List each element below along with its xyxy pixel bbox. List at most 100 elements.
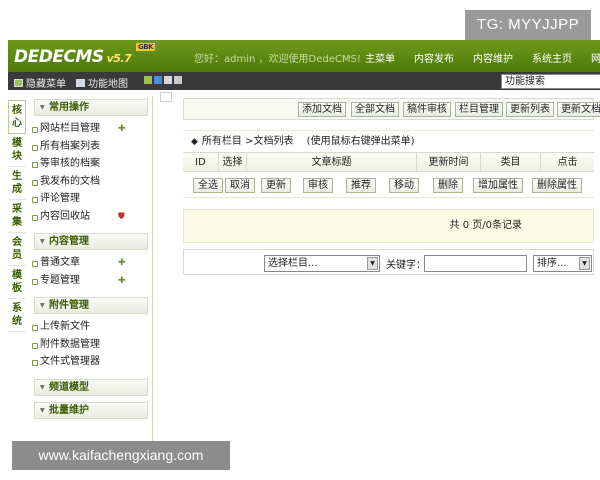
section-channel-model[interactable]: 频道模型: [34, 378, 148, 396]
chevron-down-icon[interactable]: ▼: [579, 257, 590, 270]
menu-my-docs[interactable]: 我发布的文档: [30, 173, 152, 191]
list-title: 所有栏目 >文档列表: [201, 136, 294, 147]
menu-articles[interactable]: 普通文章 ✚: [30, 254, 152, 272]
skin-color-gray[interactable]: [164, 76, 172, 84]
col-updated: 更新时间: [417, 153, 481, 171]
skin-color-green[interactable]: [144, 76, 152, 84]
hide-menu-button[interactable]: 隐藏菜单: [14, 75, 66, 90]
hide-menu-icon: [14, 78, 23, 87]
menu-label: 普通文章: [40, 257, 80, 268]
section-content-mgmt[interactable]: 内容管理: [34, 233, 148, 250]
dedecms-logo: DEDECMS v5.7 GBK: [14, 43, 156, 67]
function-search-input[interactable]: 功能搜索: [501, 74, 600, 89]
menu-upload-file[interactable]: 上传新文件: [30, 318, 152, 336]
sort-select-value: 排序...: [537, 258, 567, 269]
charset-badge: GBK: [136, 43, 156, 51]
skin-color-blue[interactable]: [154, 76, 162, 84]
filter-bar: 选择栏目... ▼ 关键字： 排序... ▼: [183, 249, 594, 275]
list-hint: (使用鼠标右键弹出菜单): [306, 136, 415, 147]
menu-label: 等审核的档案: [40, 158, 100, 169]
section-batch-maintain[interactable]: 批量维护: [34, 401, 148, 419]
pagination-info: 共 0 页/0条记录: [183, 209, 594, 243]
menu-label: 所有档案列表: [40, 140, 100, 152]
menu-label: 我发布的文档: [40, 175, 100, 187]
review-action-button[interactable]: 审核: [303, 178, 333, 193]
nav-content-maintain[interactable]: 内容维护: [473, 50, 513, 65]
add-icon[interactable]: ✚: [118, 124, 128, 134]
select-all-button[interactable]: 全选: [193, 178, 223, 193]
menu-site-columns[interactable]: 网站栏目管理 ✚: [30, 120, 152, 138]
add-doc-button[interactable]: 添加文档: [298, 102, 346, 117]
vtab-generate[interactable]: 生成: [8, 167, 26, 200]
add-icon[interactable]: ✚: [118, 258, 128, 268]
keyword-input[interactable]: [424, 255, 527, 272]
logo-version: v5.7: [106, 52, 132, 65]
menu-label: 网站栏目管理: [40, 123, 100, 134]
menu-recycle-bin[interactable]: 内容回收站 ⛊: [30, 208, 152, 226]
vtab-core[interactable]: 核心: [8, 100, 26, 134]
menu-file-manager[interactable]: 文件式管理器: [30, 353, 152, 371]
logo-text: DEDECMS: [14, 47, 104, 67]
diamond-icon: ◆: [191, 137, 198, 147]
welcome-text: 您好：admin ，欢迎使用DedeCMS!: [194, 54, 361, 65]
watermark-top: TG: MYYJJPP: [465, 10, 591, 40]
menu-topics[interactable]: 专题管理 ✚: [30, 272, 152, 290]
chevron-down-icon[interactable]: ▼: [367, 257, 378, 270]
column-mgmt-button[interactable]: 栏目管理: [455, 102, 503, 117]
col-title: 文章标题: [247, 153, 417, 171]
col-clicks: 点击: [557, 157, 578, 168]
menu-label: 文件式管理器: [40, 356, 100, 367]
frame-splitter[interactable]: [160, 92, 172, 102]
skin-color-picker[interactable]: [144, 76, 184, 84]
function-map-button[interactable]: 功能地图: [76, 75, 128, 90]
col-select: 选择: [219, 153, 247, 171]
menu-all-docs[interactable]: 所有档案列表: [30, 138, 152, 156]
menu-attachment-data[interactable]: 附件数据管理: [30, 336, 152, 354]
keyword-label: 关键字：: [386, 260, 426, 271]
menu-pending-docs[interactable]: 等审核的档案: [30, 155, 152, 173]
delete-button[interactable]: 删除: [433, 178, 463, 193]
recommend-button[interactable]: 推荐: [346, 178, 376, 193]
add-attr-button[interactable]: 增加属性: [473, 178, 523, 193]
vtab-system[interactable]: 系统: [8, 299, 26, 332]
cancel-button[interactable]: 取消: [225, 178, 255, 193]
nav-system-home[interactable]: 系统主页: [532, 50, 572, 65]
list-title-row: ◆ 所有栏目 >文档列表 (使用鼠标右键弹出菜单): [183, 130, 594, 152]
toolbar: 隐藏菜单 功能地图 功能搜索: [8, 72, 600, 90]
all-docs-button[interactable]: 全部文档: [351, 102, 399, 117]
update-list-button[interactable]: 更新列表: [506, 102, 554, 117]
nav-site[interactable]: 网站: [591, 50, 600, 65]
function-map-icon: [76, 78, 85, 87]
update-docs-button[interactable]: 更新文档: [557, 102, 600, 117]
section-common-ops[interactable]: 常用操作: [34, 99, 148, 116]
vtab-collect[interactable]: 采集: [8, 200, 26, 233]
review-button[interactable]: 稿件审核: [403, 102, 451, 117]
top-header: DEDECMS v5.7 GBK 您好：admin ，欢迎使用DedeCMS! 主…: [8, 40, 600, 72]
top-button-bar: 添加文档 全部文档 稿件审核 栏目管理 更新列表 更新文档: [183, 98, 600, 120]
category-select[interactable]: 选择栏目... ▼: [264, 255, 380, 272]
action-row: 全选 取消 更新 审核 推荐 移动 删除 增加属性 删除属性: [183, 172, 594, 198]
add-icon[interactable]: ✚: [118, 276, 128, 286]
nav-main-menu[interactable]: 主菜单: [365, 50, 395, 65]
table-header: ID 选择 文章标题 更新时间 类目 点击: [183, 152, 594, 172]
vtab-member[interactable]: 会员: [8, 233, 26, 266]
vtab-module[interactable]: 模块: [8, 134, 26, 167]
category-select-value: 选择栏目...: [268, 258, 318, 269]
watermark-bottom: www.kaifachengxiang.com: [12, 441, 230, 470]
hide-menu-label: 隐藏菜单: [26, 79, 66, 90]
section-attachments[interactable]: 附件管理: [34, 297, 148, 314]
vtab-template[interactable]: 模板: [8, 266, 26, 299]
vertical-tabs: 核心 模块 生成 采集 会员 模板 系统: [8, 100, 30, 332]
remove-attr-button[interactable]: 删除属性: [532, 178, 582, 193]
menu-label: 评论管理: [40, 193, 80, 204]
col-category: 类目: [481, 153, 541, 171]
skin-color-light[interactable]: [174, 76, 182, 84]
move-button[interactable]: 移动: [389, 178, 419, 193]
top-nav: 主菜单 内容发布 内容维护 系统主页 网站: [365, 50, 600, 65]
sort-select[interactable]: 排序... ▼: [533, 255, 592, 272]
main-content: 添加文档 全部文档 稿件审核 栏目管理 更新列表 更新文档 ◆ 所有栏目 >文档列…: [183, 98, 600, 275]
menu-comments[interactable]: 评论管理: [30, 190, 152, 208]
update-button[interactable]: 更新: [261, 178, 291, 193]
shield-icon[interactable]: ⛊: [118, 212, 128, 222]
nav-content-publish[interactable]: 内容发布: [414, 50, 454, 65]
